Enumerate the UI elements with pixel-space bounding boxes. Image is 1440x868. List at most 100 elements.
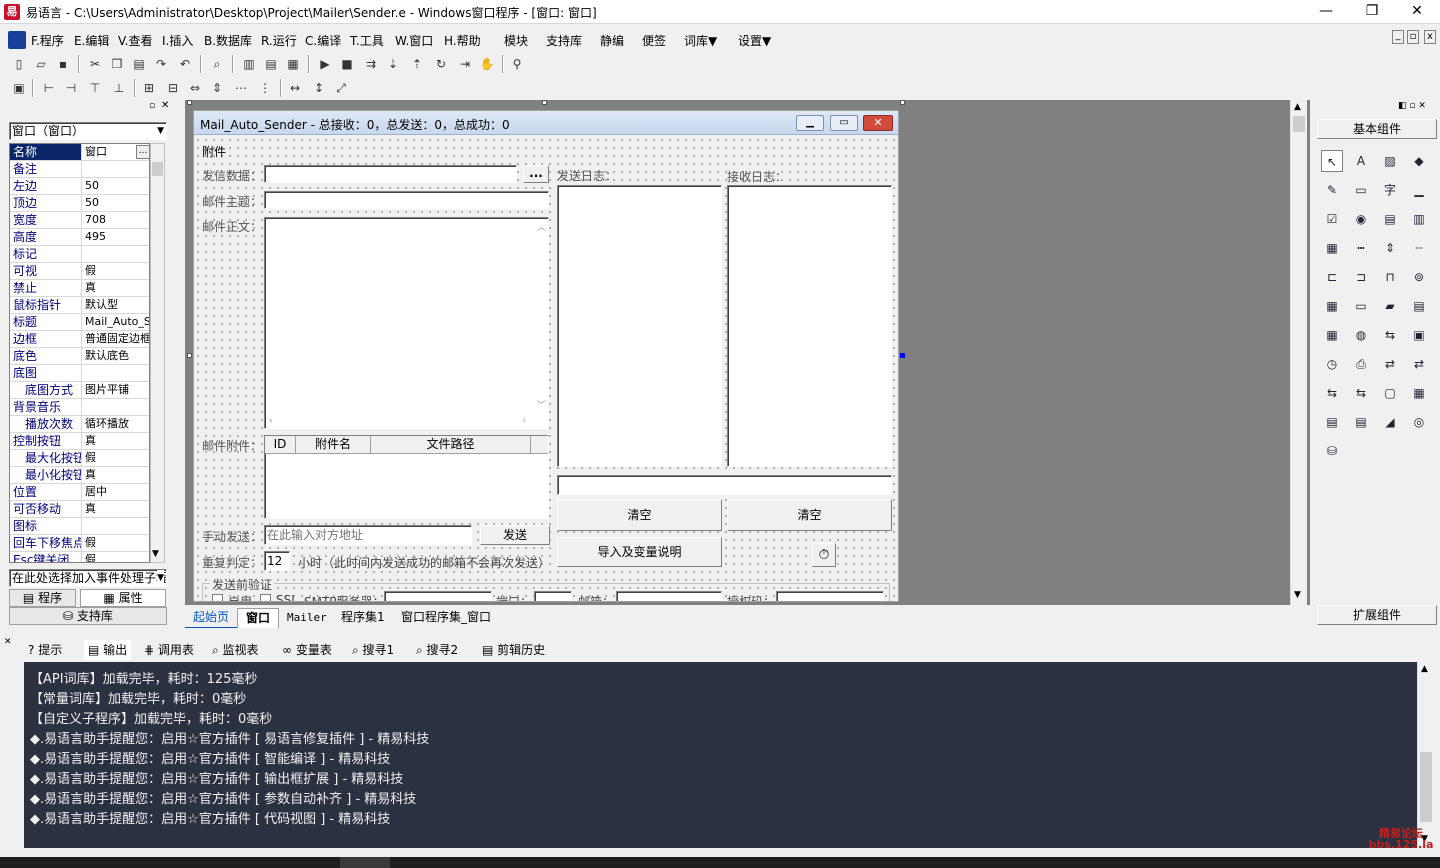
import-variables-button[interactable]: 导入及变量说明	[557, 537, 722, 567]
property-row[interactable]: 顶边 50	[10, 195, 149, 212]
component-connect-a-icon[interactable]: ⇆	[1321, 382, 1343, 404]
status-input[interactable]	[557, 475, 892, 495]
component-globe-icon[interactable]: ◍	[1350, 324, 1372, 346]
menu-program[interactable]: F.程序	[31, 32, 64, 49]
component-grid-icon[interactable]: ▦	[1321, 237, 1343, 259]
property-row[interactable]: 位置 居中	[10, 484, 149, 501]
property-row[interactable]: 名称 窗口…	[10, 144, 149, 161]
run-to-cursor-icon[interactable]: ⇥	[456, 55, 474, 73]
property-value[interactable]	[83, 399, 149, 415]
component-label-icon[interactable]: A	[1350, 150, 1372, 172]
component-link-b-icon[interactable]: ⇄	[1408, 353, 1430, 375]
property-value[interactable]: 495	[83, 229, 149, 245]
menu-view[interactable]: V.查看	[118, 32, 152, 49]
form-menu-attachment[interactable]: 附件	[202, 143, 226, 160]
clear-send-log-button[interactable]: 清空	[557, 499, 722, 531]
menu-module[interactable]: 模块	[504, 32, 528, 49]
verify-mail-input[interactable]	[616, 591, 722, 601]
restore-button[interactable]: ❐	[1349, 0, 1395, 24]
minimize-button[interactable]: —	[1303, 0, 1349, 24]
verify-port-input[interactable]	[534, 591, 572, 601]
attach-col-path[interactable]: 文件路径	[371, 436, 531, 454]
component-server-a-icon[interactable]: ▤	[1321, 411, 1343, 433]
layout-top-icon[interactable]: ▤	[262, 55, 280, 73]
stop-icon[interactable]: ■	[338, 55, 356, 73]
form-maximize-icon[interactable]: ▭	[830, 115, 858, 131]
timer-icon[interactable]: ⏱	[812, 543, 836, 567]
attach-col-id[interactable]: ID	[265, 436, 296, 454]
recv-log-list[interactable]	[727, 185, 892, 467]
property-row[interactable]: 可视假	[10, 263, 149, 280]
component-split-icon[interactable]: ⇆	[1379, 324, 1401, 346]
event-select[interactable]: 在此处选择加入事件处理子程序 ▼	[9, 569, 167, 587]
tab-window[interactable]: 窗口	[237, 608, 280, 628]
tab-hint[interactable]: ? 提示	[28, 640, 62, 660]
tab-mailer[interactable]: Mailer	[279, 608, 335, 628]
property-value[interactable]	[83, 161, 149, 177]
menu-settings[interactable]: 设置▼	[738, 32, 771, 49]
redo-icon[interactable]: ↷	[152, 55, 170, 73]
component-picture-icon[interactable]: ▨	[1379, 150, 1401, 172]
run-icon[interactable]: ▶	[316, 55, 334, 73]
menu-lexicon[interactable]: 词库▼	[684, 32, 717, 49]
close-button[interactable]: ✕	[1394, 0, 1440, 24]
tab-program[interactable]: ▤ 程序	[9, 589, 76, 607]
menu-database[interactable]: B.数据库	[204, 32, 252, 49]
size-both-icon[interactable]: ⤢	[332, 79, 350, 97]
component-server-b-icon[interactable]: ▤	[1350, 411, 1372, 433]
verify-ssl-checkbox[interactable]	[260, 594, 271, 601]
menu-help[interactable]: H.帮助	[444, 32, 481, 49]
tab-clip-history[interactable]: ▤ 剪辑历史	[482, 640, 545, 660]
same-height-icon[interactable]: ⇕	[208, 79, 226, 97]
component-odbc-db-icon[interactable]: ⛁	[1321, 440, 1343, 462]
property-value[interactable]: 真	[83, 433, 149, 449]
component-panel-icon[interactable]: ▣	[1408, 324, 1430, 346]
tab-variables[interactable]: ∞ 变量表	[282, 640, 332, 660]
send-button[interactable]: 发送	[480, 525, 550, 545]
verify-enable-checkbox[interactable]	[212, 594, 223, 601]
component-hscroll-icon[interactable]: ⊏	[1321, 266, 1343, 288]
same-width-icon[interactable]: ⇔	[186, 79, 204, 97]
verify-auth-input[interactable]	[776, 591, 884, 601]
property-value[interactable]: 708	[83, 212, 149, 228]
align-bottom-icon[interactable]: ⊥	[110, 79, 128, 97]
layout-grid-icon[interactable]: ▦	[284, 55, 302, 73]
step-icon[interactable]: ⇉	[362, 55, 380, 73]
form-icon[interactable]: ▣	[10, 79, 28, 97]
component-line-icon[interactable]: ▁	[1408, 179, 1430, 201]
property-value[interactable]: 50	[83, 195, 149, 211]
tab-class1[interactable]: 程序集1	[333, 608, 393, 628]
manual-address-input[interactable]	[264, 525, 472, 545]
clear-recv-log-button[interactable]: 清空	[727, 499, 892, 531]
property-value[interactable]	[83, 365, 149, 381]
object-select[interactable]: 窗口（窗口） ▼	[9, 122, 167, 140]
layout-left-icon[interactable]: ▥	[240, 55, 258, 73]
component-vscroll-icon[interactable]: ⊐	[1350, 266, 1372, 288]
menu-support-lib[interactable]: 支持库	[546, 32, 582, 49]
component-shape-icon[interactable]: ◆	[1408, 150, 1430, 172]
property-row[interactable]: 底图方式 图片平铺	[10, 382, 149, 399]
property-row[interactable]: 最小化按钮真	[10, 467, 149, 484]
send-log-list[interactable]	[557, 185, 722, 467]
property-row[interactable]: 高度 495	[10, 229, 149, 246]
property-value[interactable]: 真	[83, 280, 149, 296]
component-calendar-icon[interactable]: ▦	[1321, 324, 1343, 346]
property-value[interactable]: 居中	[83, 484, 149, 500]
property-row[interactable]: 底色 默认底色	[10, 348, 149, 365]
property-row[interactable]: 最大化按钮假	[10, 450, 149, 467]
property-row[interactable]: 备注	[10, 161, 149, 178]
property-row[interactable]: 背景音乐	[10, 399, 149, 416]
property-value[interactable]: 默认型	[83, 297, 149, 313]
property-row[interactable]: 回车下移焦点假	[10, 535, 149, 552]
attach-col-name[interactable]: 附件名	[296, 436, 371, 454]
property-value[interactable]	[83, 246, 149, 262]
component-chart-icon[interactable]: ◢	[1379, 411, 1401, 433]
component-checkbox-icon[interactable]: ☑	[1321, 208, 1343, 230]
menu-insert[interactable]: I.插入	[162, 32, 193, 49]
tab-output[interactable]: ▤ 输出	[84, 640, 132, 660]
body-textarea[interactable]: ︿ ﹀ ‹ ›	[264, 217, 549, 429]
sender-data-input[interactable]	[264, 165, 517, 183]
form-minimize-icon[interactable]: ▁	[796, 115, 824, 131]
property-value[interactable]: 循环播放	[83, 416, 149, 432]
menu-run[interactable]: R.运行	[261, 32, 297, 49]
